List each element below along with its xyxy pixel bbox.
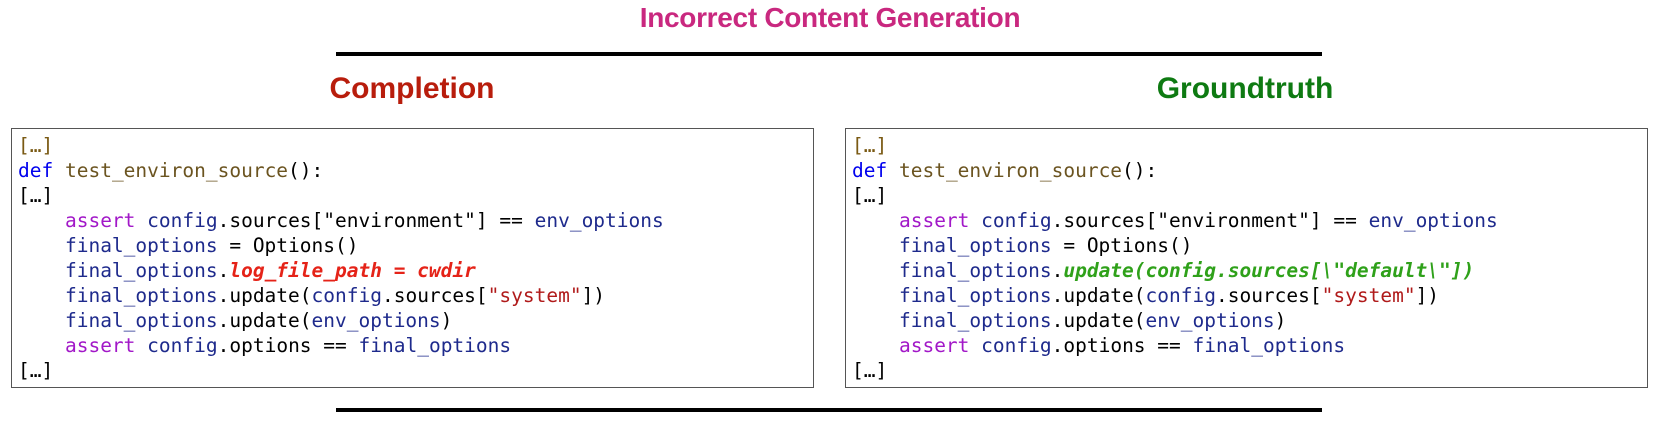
ellipsis-marker: […]	[18, 134, 54, 157]
final-options-identifier: final_options	[898, 259, 1052, 282]
final-options-identifier: final_options	[1192, 334, 1346, 357]
function-name: test_environ_source	[64, 159, 289, 182]
config-identifier: config	[311, 284, 382, 307]
code-text: ])	[1415, 284, 1440, 307]
code-line: […]	[18, 183, 813, 208]
incorrect-generation-highlight: log_file_path = cwdir	[229, 259, 476, 282]
code-text: .options ==	[217, 334, 359, 357]
code-text: .options ==	[1051, 334, 1193, 357]
final-options-identifier: final_options	[358, 334, 512, 357]
ellipsis-marker: […]	[18, 184, 54, 207]
code-text: .sources[	[381, 284, 488, 307]
code-text: )	[1274, 309, 1287, 332]
env-options-identifier: env_options	[311, 309, 441, 332]
figure-title: Incorrect Content Generation	[639, 2, 1021, 33]
assert-keyword: assert	[64, 334, 136, 357]
ellipsis-marker: […]	[852, 184, 888, 207]
code-line: assert config.sources["environment"] == …	[852, 208, 1647, 233]
code-line: final_options = Options()	[852, 233, 1647, 258]
final-options-identifier: final_options	[898, 284, 1052, 307]
code-line-incorrect: final_options.log_file_path = cwdir	[18, 258, 813, 283]
code-line: final_options.update(env_options)	[852, 308, 1647, 333]
code-text: .	[1051, 259, 1064, 282]
final-options-identifier: final_options	[898, 309, 1052, 332]
code-text: .update(	[1051, 284, 1146, 307]
function-name: test_environ_source	[898, 159, 1123, 182]
config-identifier: config	[147, 209, 218, 232]
code-line: […]	[852, 358, 1647, 383]
code-line: final_options.update(config.sources["sys…	[852, 283, 1647, 308]
ellipsis-marker: […]	[852, 134, 888, 157]
code-line: […]	[852, 183, 1647, 208]
final-options-identifier: final_options	[64, 259, 218, 282]
code-line: final_options.update(env_options)	[18, 308, 813, 333]
string-literal: "system"	[1321, 284, 1416, 307]
code-line: […]	[18, 358, 813, 383]
assert-keyword: assert	[64, 209, 136, 232]
config-identifier: config	[1145, 284, 1216, 307]
code-line: assert config.options == final_options	[18, 333, 813, 358]
code-text: .sources["environment"] ==	[217, 209, 535, 232]
code-line: final_options.update(config.sources["sys…	[18, 283, 813, 308]
final-options-identifier: final_options	[898, 234, 1052, 257]
code-line: def test_environ_source():	[852, 158, 1647, 183]
config-identifier: config	[981, 334, 1052, 357]
code-text: ])	[581, 284, 606, 307]
def-keyword: def	[18, 159, 54, 182]
env-options-identifier: env_options	[1145, 309, 1275, 332]
code-text: )	[440, 309, 453, 332]
env-options-identifier: env_options	[1368, 209, 1498, 232]
code-line: […]	[852, 133, 1647, 158]
final-options-identifier: final_options	[64, 309, 218, 332]
ellipsis-marker: […]	[18, 359, 54, 382]
correct-content-highlight: update(config.sources[\"default\"])	[1063, 259, 1475, 282]
code-text: .sources["environment"] ==	[1051, 209, 1369, 232]
code-text: .	[217, 259, 230, 282]
code-line: […]	[18, 133, 813, 158]
code-text: .update(	[217, 309, 312, 332]
function-parens: ():	[1122, 159, 1158, 182]
code-line-correct: final_options.update(config.sources[\"de…	[852, 258, 1647, 283]
final-options-identifier: final_options	[64, 234, 218, 257]
completion-heading: Completion	[329, 72, 495, 105]
code-text: .sources[	[1215, 284, 1322, 307]
config-identifier: config	[147, 334, 218, 357]
def-keyword: def	[852, 159, 888, 182]
completion-code-panel: […] def test_environ_source(): […] asser…	[11, 128, 814, 388]
bottom-divider	[336, 408, 1322, 412]
final-options-identifier: final_options	[64, 284, 218, 307]
string-literal: "system"	[487, 284, 582, 307]
code-text: .update(	[217, 284, 312, 307]
code-text: = Options()	[1051, 234, 1193, 257]
function-parens: ():	[288, 159, 324, 182]
env-options-identifier: env_options	[534, 209, 664, 232]
code-line: assert config.options == final_options	[852, 333, 1647, 358]
code-line: final_options = Options()	[18, 233, 813, 258]
assert-keyword: assert	[898, 334, 970, 357]
config-identifier: config	[981, 209, 1052, 232]
code-line: def test_environ_source():	[18, 158, 813, 183]
ellipsis-marker: […]	[852, 359, 888, 382]
code-line: assert config.sources["environment"] == …	[18, 208, 813, 233]
assert-keyword: assert	[898, 209, 970, 232]
code-text: .update(	[1051, 309, 1146, 332]
groundtruth-heading: Groundtruth	[1156, 72, 1334, 105]
groundtruth-code-panel: […] def test_environ_source(): […] asser…	[845, 128, 1648, 388]
top-divider	[336, 52, 1322, 56]
code-text: = Options()	[217, 234, 359, 257]
